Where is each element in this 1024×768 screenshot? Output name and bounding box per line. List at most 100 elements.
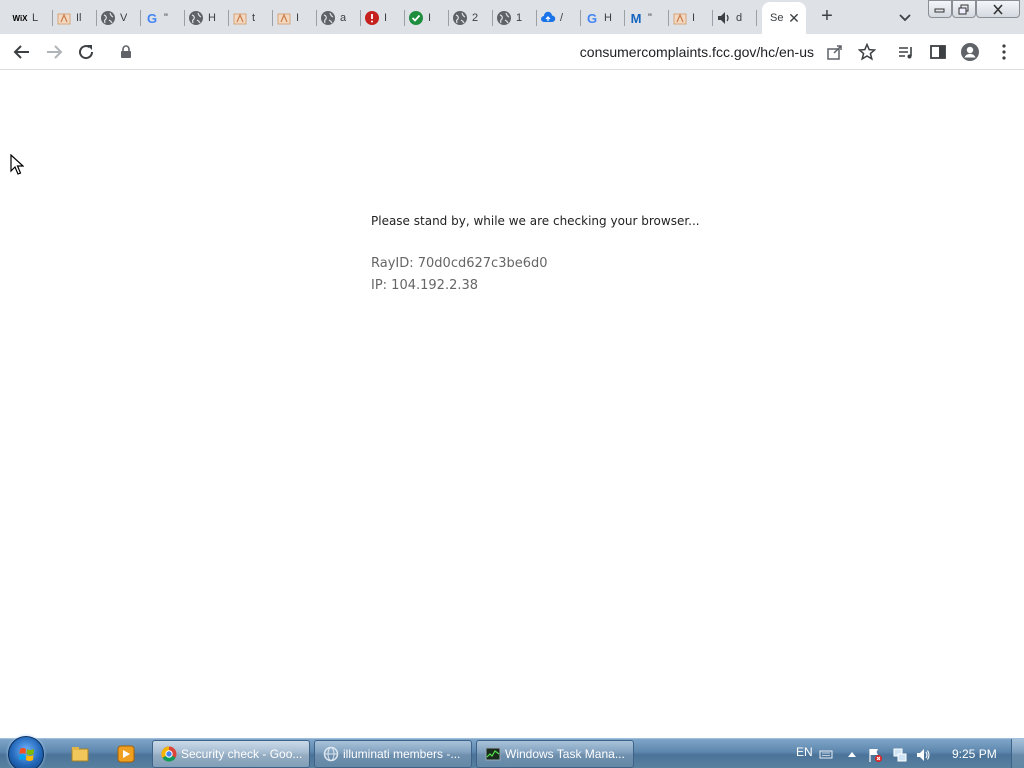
tab-title: I [384, 12, 388, 24]
forward-arrow-icon [47, 45, 63, 59]
tab-title: V [120, 12, 128, 24]
media-control-icon[interactable] [896, 42, 916, 62]
reload-icon [79, 45, 94, 60]
tab-5[interactable]: H [188, 4, 226, 32]
tab-15[interactable]: M " [628, 4, 666, 32]
chrome-icon [161, 746, 177, 762]
tab-7[interactable]: I [276, 4, 314, 32]
tab-2[interactable]: Il [56, 4, 94, 32]
task-manager-icon [485, 747, 501, 761]
pdf-icon [672, 10, 688, 26]
reload-button[interactable] [76, 42, 96, 62]
restore-button[interactable] [952, 0, 976, 18]
share-icon[interactable] [826, 43, 844, 66]
taskbar-item-label: Security check - Goo... [181, 747, 303, 761]
taskbar: Security check - Goo... illuminati membe… [0, 736, 1024, 768]
media-player-icon[interactable] [116, 744, 136, 764]
language-indicator[interactable]: EN [796, 745, 813, 759]
tab-title: 2 [472, 12, 479, 24]
tab-separator [756, 10, 757, 26]
new-tab-button[interactable]: + [816, 6, 838, 28]
profile-avatar-icon[interactable] [960, 42, 980, 62]
volume-icon[interactable] [915, 747, 930, 761]
url-text[interactable]: consumercomplaints.fcc.gov/hc/en-us [580, 44, 814, 60]
side-panel-icon[interactable] [928, 42, 948, 62]
file-explorer-icon[interactable] [70, 744, 90, 764]
tab-separator [404, 10, 405, 26]
tab-10[interactable]: I [408, 4, 446, 32]
tab-title: Il [76, 12, 82, 24]
globe-icon [496, 10, 512, 26]
forward-button[interactable] [44, 42, 64, 62]
tab-title: a [340, 12, 347, 24]
taskbar-item-task-manager[interactable]: Windows Task Mana... [476, 740, 634, 768]
tab-3[interactable]: V [100, 4, 138, 32]
windows-logo-icon [19, 748, 34, 761]
tab-separator [624, 10, 625, 26]
show-hidden-icons-icon[interactable] [845, 747, 859, 761]
tab-separator [448, 10, 449, 26]
google-icon: G [146, 10, 158, 26]
bookmark-star-icon[interactable] [857, 42, 877, 66]
tab-1[interactable]: WiX L [12, 4, 50, 32]
tab-11[interactable]: 2 [452, 4, 490, 32]
tab-8[interactable]: a [320, 4, 358, 32]
tab-13[interactable]: / [540, 4, 578, 32]
clock[interactable]: 9:25 PM [952, 747, 997, 761]
menu-kebab-icon[interactable] [994, 42, 1014, 62]
tab-6[interactable]: t [232, 4, 270, 32]
lock-icon[interactable] [120, 45, 132, 64]
tab-16[interactable]: I [672, 4, 710, 32]
close-window-button[interactable] [976, 0, 1020, 18]
pdf-icon [56, 10, 72, 26]
minimize-button[interactable] [928, 0, 952, 18]
tab-12[interactable]: 1 [496, 4, 534, 32]
tab-4[interactable]: G " [144, 4, 182, 32]
tab-separator [712, 10, 713, 26]
taskbar-item-chrome[interactable]: Security check - Goo... [152, 740, 310, 768]
tab-separator [140, 10, 141, 26]
tab-active-title: Se [770, 12, 784, 24]
omnibox[interactable]: consumercomplaints.fcc.gov/hc/en-us [110, 37, 884, 67]
tab-title: d [736, 12, 743, 24]
network-icon [323, 746, 339, 762]
show-desktop-button[interactable] [1011, 739, 1024, 768]
globe-icon [188, 10, 204, 26]
wix-icon: WiX [12, 13, 28, 23]
globe-icon [100, 10, 116, 26]
taskbar-item-label: illuminati members -... [343, 747, 461, 761]
tab-separator [52, 10, 53, 26]
tab-separator [580, 10, 581, 26]
google-icon: G [586, 10, 598, 26]
screen: WiX L Il V G " Ht Ia I I 2 1/G H M " Id Se ✕ + [0, 0, 1024, 768]
tab-separator [360, 10, 361, 26]
tab-title: I [296, 12, 300, 24]
taskbar-item-network[interactable]: illuminati members -... [314, 740, 472, 768]
check-icon [408, 10, 424, 26]
tab-title: L [32, 12, 39, 24]
tab-search-icon[interactable] [896, 8, 914, 26]
standby-message: Please stand by, while we are checking y… [371, 214, 700, 228]
tab-close-icon[interactable]: ✕ [786, 10, 802, 26]
tab-strip: WiX L Il V G " Ht Ia I I 2 1/G H M " Id Se ✕ + [0, 0, 1024, 34]
back-button[interactable] [12, 42, 32, 62]
tab-separator [272, 10, 273, 26]
keyboard-icon[interactable] [819, 747, 833, 761]
tab-9[interactable]: I [364, 4, 402, 32]
audio-icon [716, 10, 732, 26]
cloud-upload-icon [540, 10, 556, 26]
tab-active[interactable]: Se ✕ [762, 2, 806, 34]
page-content: Please stand by, while we are checking y… [0, 71, 1024, 738]
start-button[interactable] [8, 736, 44, 768]
browser-toolbar: consumercomplaints.fcc.gov/hc/en-us [0, 34, 1024, 70]
network-status-icon[interactable] [892, 747, 907, 762]
pdf-icon [276, 10, 292, 26]
tab-17[interactable]: d [716, 4, 754, 32]
mouse-cursor-icon [10, 153, 25, 181]
action-center-flag-icon[interactable] [867, 747, 882, 762]
back-arrow-icon [13, 45, 29, 59]
tab-title: " [164, 12, 168, 24]
tab-14[interactable]: GH [584, 4, 622, 32]
tab-title: " [648, 12, 652, 24]
alert-icon [364, 10, 380, 26]
